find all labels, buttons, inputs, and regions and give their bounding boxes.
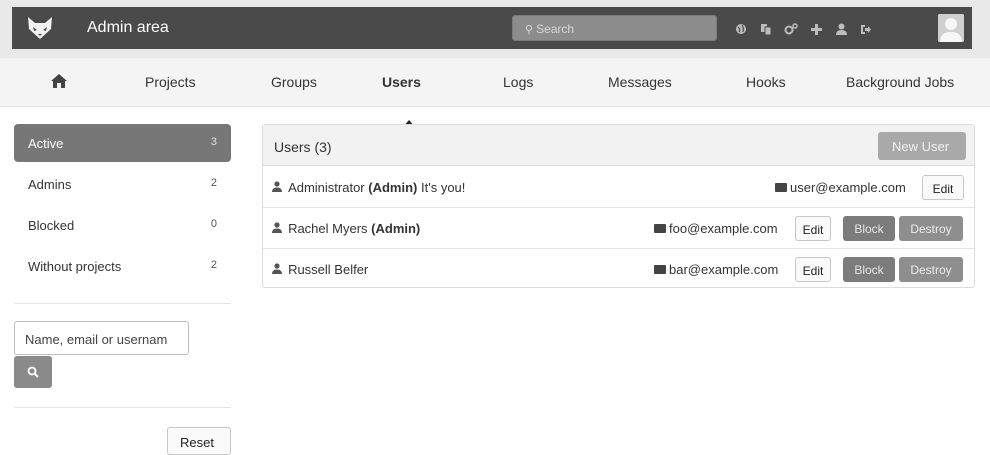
users-panel-title: Users (3) [274,139,332,155]
block-button[interactable]: Block [843,216,895,241]
header-bar: Admin area ⚲ Search [12,7,972,49]
sidebar-divider [14,407,231,408]
edit-button[interactable]: Edit [795,257,831,282]
header-icons [729,19,879,39]
envelope-icon [775,183,787,192]
sidebar-divider [14,303,231,304]
envelope-icon [654,224,666,233]
sidebar-item-label: Admins [28,177,72,192]
user-icon [272,181,285,195]
user-filter-value: Name, email or usernam [25,332,168,347]
cogs-icon[interactable] [779,19,803,39]
sidebar-item-label: Without projects [28,259,122,274]
app-title[interactable]: Admin area [87,19,169,37]
user-email-text: bar@example.com [669,262,779,277]
user-name-cell: Administrator (Admin) It's you! [272,180,465,195]
sidebar-item-admins[interactable]: Admins 2 [14,165,231,203]
search-input[interactable]: ⚲ Search [512,15,717,41]
search-placeholder: Search [536,22,575,36]
user-filter-input[interactable]: Name, email or usernam [14,321,189,355]
user-email-text: foo@example.com [669,221,778,236]
reset-button[interactable]: Reset [167,427,231,455]
user-email-text: user@example.com [790,180,906,195]
sign-out-icon[interactable] [854,19,878,39]
table-row: Rachel Myers (Admin) foo@example.com Edi… [263,208,974,249]
search-icon [27,366,39,378]
sidebar-item-count: 3 [210,136,217,148]
users-panel-header: Users (3) New User [263,125,974,166]
user-name-link[interactable]: Administrator [288,180,365,195]
user-name-link[interactable]: Rachel Myers [288,221,367,236]
nav-item-messages[interactable]: Messages [608,74,672,90]
globe-icon[interactable] [729,19,753,39]
fox-logo-icon[interactable] [26,15,54,41]
nav-item-logs[interactable]: Logs [503,74,533,90]
sidebar-item-active[interactable]: Active 3 [14,124,231,162]
search-icon: ⚲ [525,24,534,36]
sidebar-item-label: Blocked [28,218,75,233]
top-header: Admin area ⚲ Search [0,0,990,58]
edit-button[interactable]: Edit [795,216,831,241]
filter-search-button[interactable] [14,356,52,388]
user-email: user@example.com [775,180,906,195]
new-user-button[interactable]: New User [878,132,966,160]
sidebar-item-count: 2 [210,177,217,189]
destroy-button[interactable]: Destroy [899,257,963,282]
nav-item-background-jobs[interactable]: Background Jobs [846,74,954,90]
table-row: Russell Belfer bar@example.com Edit Bloc… [263,249,974,290]
users-panel: Users (3) New User Administrator (Admin)… [262,124,975,288]
sidebar-item-blocked[interactable]: Blocked 0 [14,206,231,244]
home-icon[interactable] [50,73,68,89]
user-name-cell: Rachel Myers (Admin) [272,221,420,236]
avatar[interactable] [938,14,964,42]
user-name-link[interactable]: Russell Belfer [288,262,368,277]
sidebar-item-without-projects[interactable]: Without projects 2 [14,247,231,285]
nav-item-hooks[interactable]: Hooks [746,74,786,90]
user-icon[interactable] [829,19,853,39]
user-icon [272,222,285,236]
nav-item-projects[interactable]: Projects [145,74,196,90]
table-row: Administrator (Admin) It's you! user@exa… [263,167,974,208]
envelope-icon [654,265,666,274]
user-email: foo@example.com [654,221,778,236]
block-button[interactable]: Block [843,257,895,282]
nav-item-users[interactable]: Users [382,74,421,90]
admin-nav: Projects Groups Users Logs Messages Hook… [0,58,990,107]
admin-tag: (Admin) [368,180,418,195]
copy-icon[interactable] [754,19,778,39]
sidebar-item-label: Active [28,136,64,151]
destroy-button[interactable]: Destroy [899,216,963,241]
edit-button[interactable]: Edit [922,175,964,200]
sidebar-item-count: 0 [210,218,217,230]
sidebar-item-count: 2 [210,259,217,271]
self-note: It's you! [421,180,466,195]
plus-icon[interactable] [804,19,828,39]
nav-item-groups[interactable]: Groups [271,74,317,90]
user-name-cell: Russell Belfer [272,262,368,277]
user-email: bar@example.com [654,262,778,277]
admin-tag: (Admin) [371,221,421,236]
user-icon [272,263,285,277]
